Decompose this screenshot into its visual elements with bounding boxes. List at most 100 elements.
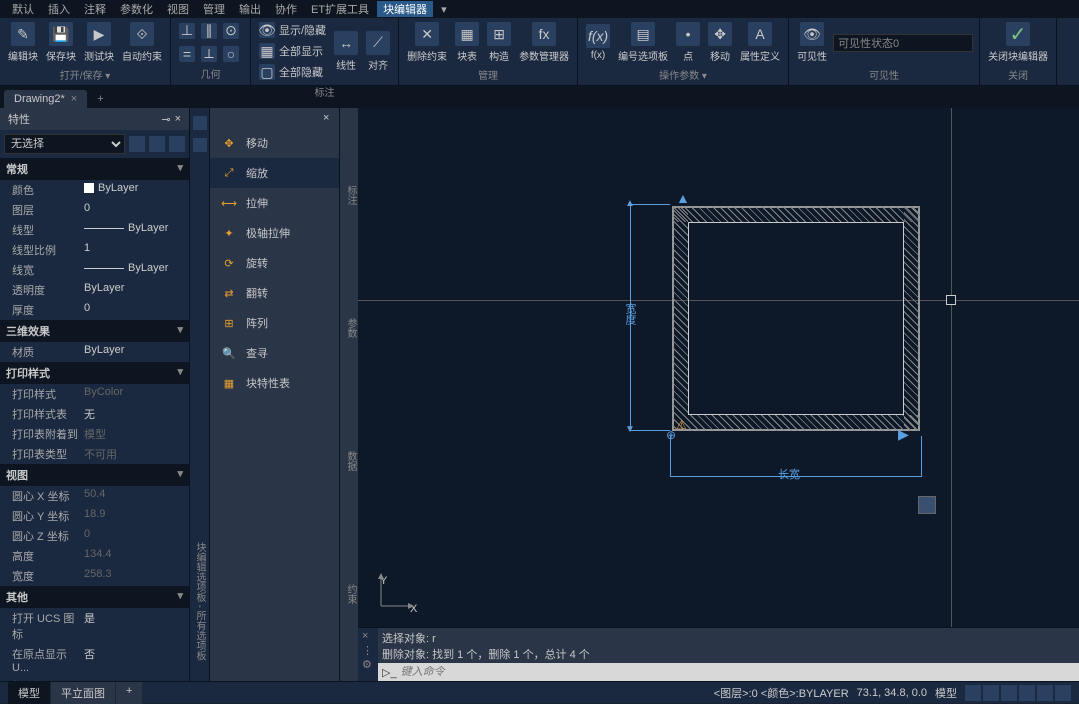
prop-row[interactable]: 高度134.4 <box>0 546 189 566</box>
construct-button[interactable]: ⊞构造 <box>485 20 513 65</box>
menu-item[interactable]: 插入 <box>42 1 76 17</box>
close-icon[interactable]: × <box>175 113 181 126</box>
select-objects-icon[interactable] <box>149 136 165 152</box>
prop-section-header[interactable]: 打印样式 <box>0 362 189 384</box>
prop-row[interactable]: 材质ByLayer <box>0 342 189 362</box>
attr-def-button[interactable]: A属性定义 <box>738 20 782 65</box>
prop-row[interactable]: 打印表类型不可用 <box>0 444 189 464</box>
grid-icon[interactable] <box>965 685 981 701</box>
snap-icon[interactable] <box>983 685 999 701</box>
prop-row[interactable]: 打印表附着到模型 <box>0 424 189 444</box>
menu-item[interactable]: 视图 <box>161 1 195 17</box>
quick-select-icon[interactable] <box>129 136 145 152</box>
add-layout-button[interactable]: + <box>116 682 142 704</box>
palette-icon[interactable] <box>193 116 207 130</box>
menu-item[interactable]: 输出 <box>233 1 267 17</box>
geom-constraint-icon[interactable]: = <box>177 44 197 64</box>
tool-item[interactable]: ✦极轴拉伸 <box>210 218 339 248</box>
param-arrow-icon[interactable]: ▲ <box>676 190 690 206</box>
tool-item[interactable]: ✥移动 <box>210 128 339 158</box>
fx-button[interactable]: f(x)f(x) <box>584 22 612 63</box>
ribbon-group-label[interactable]: 操作参数 ▾ <box>659 65 707 84</box>
side-tab[interactable]: 数据 <box>340 451 358 471</box>
cmiano-grip-icon[interactable]: ⋮ <box>362 644 374 656</box>
close-editor-button[interactable]: ✓关闭块编辑器 <box>986 20 1050 65</box>
prop-row[interactable]: 厚度0 <box>0 300 189 320</box>
point-button[interactable]: •点 <box>674 20 702 65</box>
layout-tab-model[interactable]: 模型 <box>8 682 50 704</box>
prop-row[interactable]: 圆心 X 坐标50.4 <box>0 486 189 506</box>
align-button[interactable]: ⟋对齐 <box>364 29 392 74</box>
prop-section-header[interactable]: 视图 <box>0 464 189 486</box>
menu-item-active[interactable]: 块编辑器 <box>377 1 433 17</box>
geom-constraint-icon[interactable]: ⊥ <box>177 21 197 41</box>
drawing-canvas[interactable]: 长宽 宽度 ▲ ▶ ▲ ▼ ⊕ ⚠ Y X <box>358 108 1079 627</box>
geom-constraint-icon[interactable]: ○ <box>221 44 241 64</box>
selection-combo[interactable]: 无选择 <box>4 134 125 154</box>
ribbon-group-label[interactable]: 打开/保存 ▾ <box>60 65 111 84</box>
auto-constrain-button[interactable]: ⟐自动约束 <box>120 20 164 65</box>
param-arrow-icon[interactable]: ▶ <box>898 426 909 443</box>
save-block-button[interactable]: 💾保存块 <box>44 20 78 65</box>
menu-item[interactable]: 参数化 <box>114 1 159 17</box>
prop-row[interactable]: 线型比例1 <box>0 240 189 260</box>
layout-tab[interactable]: 平立面图 <box>51 682 115 704</box>
param-mgr-button[interactable]: fx参数管理器 <box>517 20 571 65</box>
cmd-option-icon[interactable]: ⚙ <box>362 658 374 670</box>
tool-item[interactable]: 🔍查寻 <box>210 338 339 368</box>
prop-row[interactable]: 打开 UCS 图标是 <box>0 608 189 644</box>
prop-row[interactable]: 图层0 <box>0 200 189 220</box>
pickadd-icon[interactable] <box>169 136 185 152</box>
menu-item[interactable]: ET扩展工具 <box>305 1 375 17</box>
prop-row[interactable]: 打印样式表无 <box>0 404 189 424</box>
menu-item[interactable]: 注释 <box>78 1 112 17</box>
tool-item[interactable]: ⤢缩放 <box>210 158 339 188</box>
menu-item[interactable]: 默认 <box>6 1 40 17</box>
prop-row[interactable]: 打印样式ByColor <box>0 384 189 404</box>
linear-button[interactable]: ↔线性 <box>332 29 360 74</box>
prop-row[interactable]: 圆心 Y 坐标18.9 <box>0 506 189 526</box>
tool-item[interactable]: ⇄翻转 <box>210 278 339 308</box>
move-button[interactable]: ✥移动 <box>706 20 734 65</box>
prop-row[interactable]: 线型ByLayer <box>0 220 189 240</box>
tool-item[interactable]: ⟷拉伸 <box>210 188 339 218</box>
status-layer-info[interactable]: <图层>:0 <颜色>:BYLAYER <box>714 685 849 701</box>
status-mode[interactable]: 模型 <box>935 685 957 701</box>
settings-icon[interactable] <box>1055 685 1071 701</box>
visibility-button[interactable]: 👁可见性 <box>795 20 829 65</box>
polar-icon[interactable] <box>1019 685 1035 701</box>
test-block-button[interactable]: ▶测试块 <box>82 20 116 65</box>
geom-constraint-icon[interactable]: ∥ <box>199 21 219 41</box>
prop-section-header[interactable]: 其他 <box>0 586 189 608</box>
command-input[interactable] <box>401 666 1075 678</box>
action-icon[interactable] <box>918 496 936 514</box>
cmd-close-icon[interactable]: × <box>362 630 374 642</box>
pin-icon[interactable]: ⊸ <box>161 113 170 126</box>
close-tab-icon[interactable]: × <box>71 93 77 105</box>
show-all-button[interactable]: ▦全部显示 <box>257 41 328 61</box>
tool-item[interactable]: ⟳旋转 <box>210 248 339 278</box>
ortho-icon[interactable] <box>1001 685 1017 701</box>
document-tab[interactable]: Drawing2* × <box>4 90 87 108</box>
prop-row[interactable]: 线宽ByLayer <box>0 260 189 280</box>
visibility-combo[interactable]: 可见性状态0 <box>833 34 973 52</box>
prop-section-header[interactable]: 常规 <box>0 158 189 180</box>
warning-icon[interactable]: ⚠ <box>676 418 687 432</box>
tool-item[interactable]: ⊞阵列 <box>210 308 339 338</box>
prop-row[interactable]: 圆心 Z 坐标0 <box>0 526 189 546</box>
edit-block-button[interactable]: ✎编辑块 <box>6 20 40 65</box>
prop-section-header[interactable]: 三维效果 <box>0 320 189 342</box>
number-palette-button[interactable]: ▤编号选项板 <box>616 20 670 65</box>
side-tab[interactable]: 约束 <box>340 584 358 604</box>
menu-item[interactable]: 管理 <box>197 1 231 17</box>
side-tab[interactable]: 参数 <box>340 318 358 338</box>
osnap-icon[interactable] <box>1037 685 1053 701</box>
block-table-button[interactable]: ▦块表 <box>453 20 481 65</box>
show-hide-button[interactable]: 👁显示/隐藏 <box>257 20 328 40</box>
prop-row[interactable]: 颜色ByLayer <box>0 180 189 200</box>
hide-all-button[interactable]: ▢全部隐藏 <box>257 62 328 82</box>
tool-item[interactable]: ▦块特性表 <box>210 368 339 398</box>
menu-item[interactable]: 协作 <box>269 1 303 17</box>
geom-constraint-icon[interactable]: ⊙ <box>221 21 241 41</box>
menu-overflow-icon[interactable]: ▾ <box>435 3 453 16</box>
